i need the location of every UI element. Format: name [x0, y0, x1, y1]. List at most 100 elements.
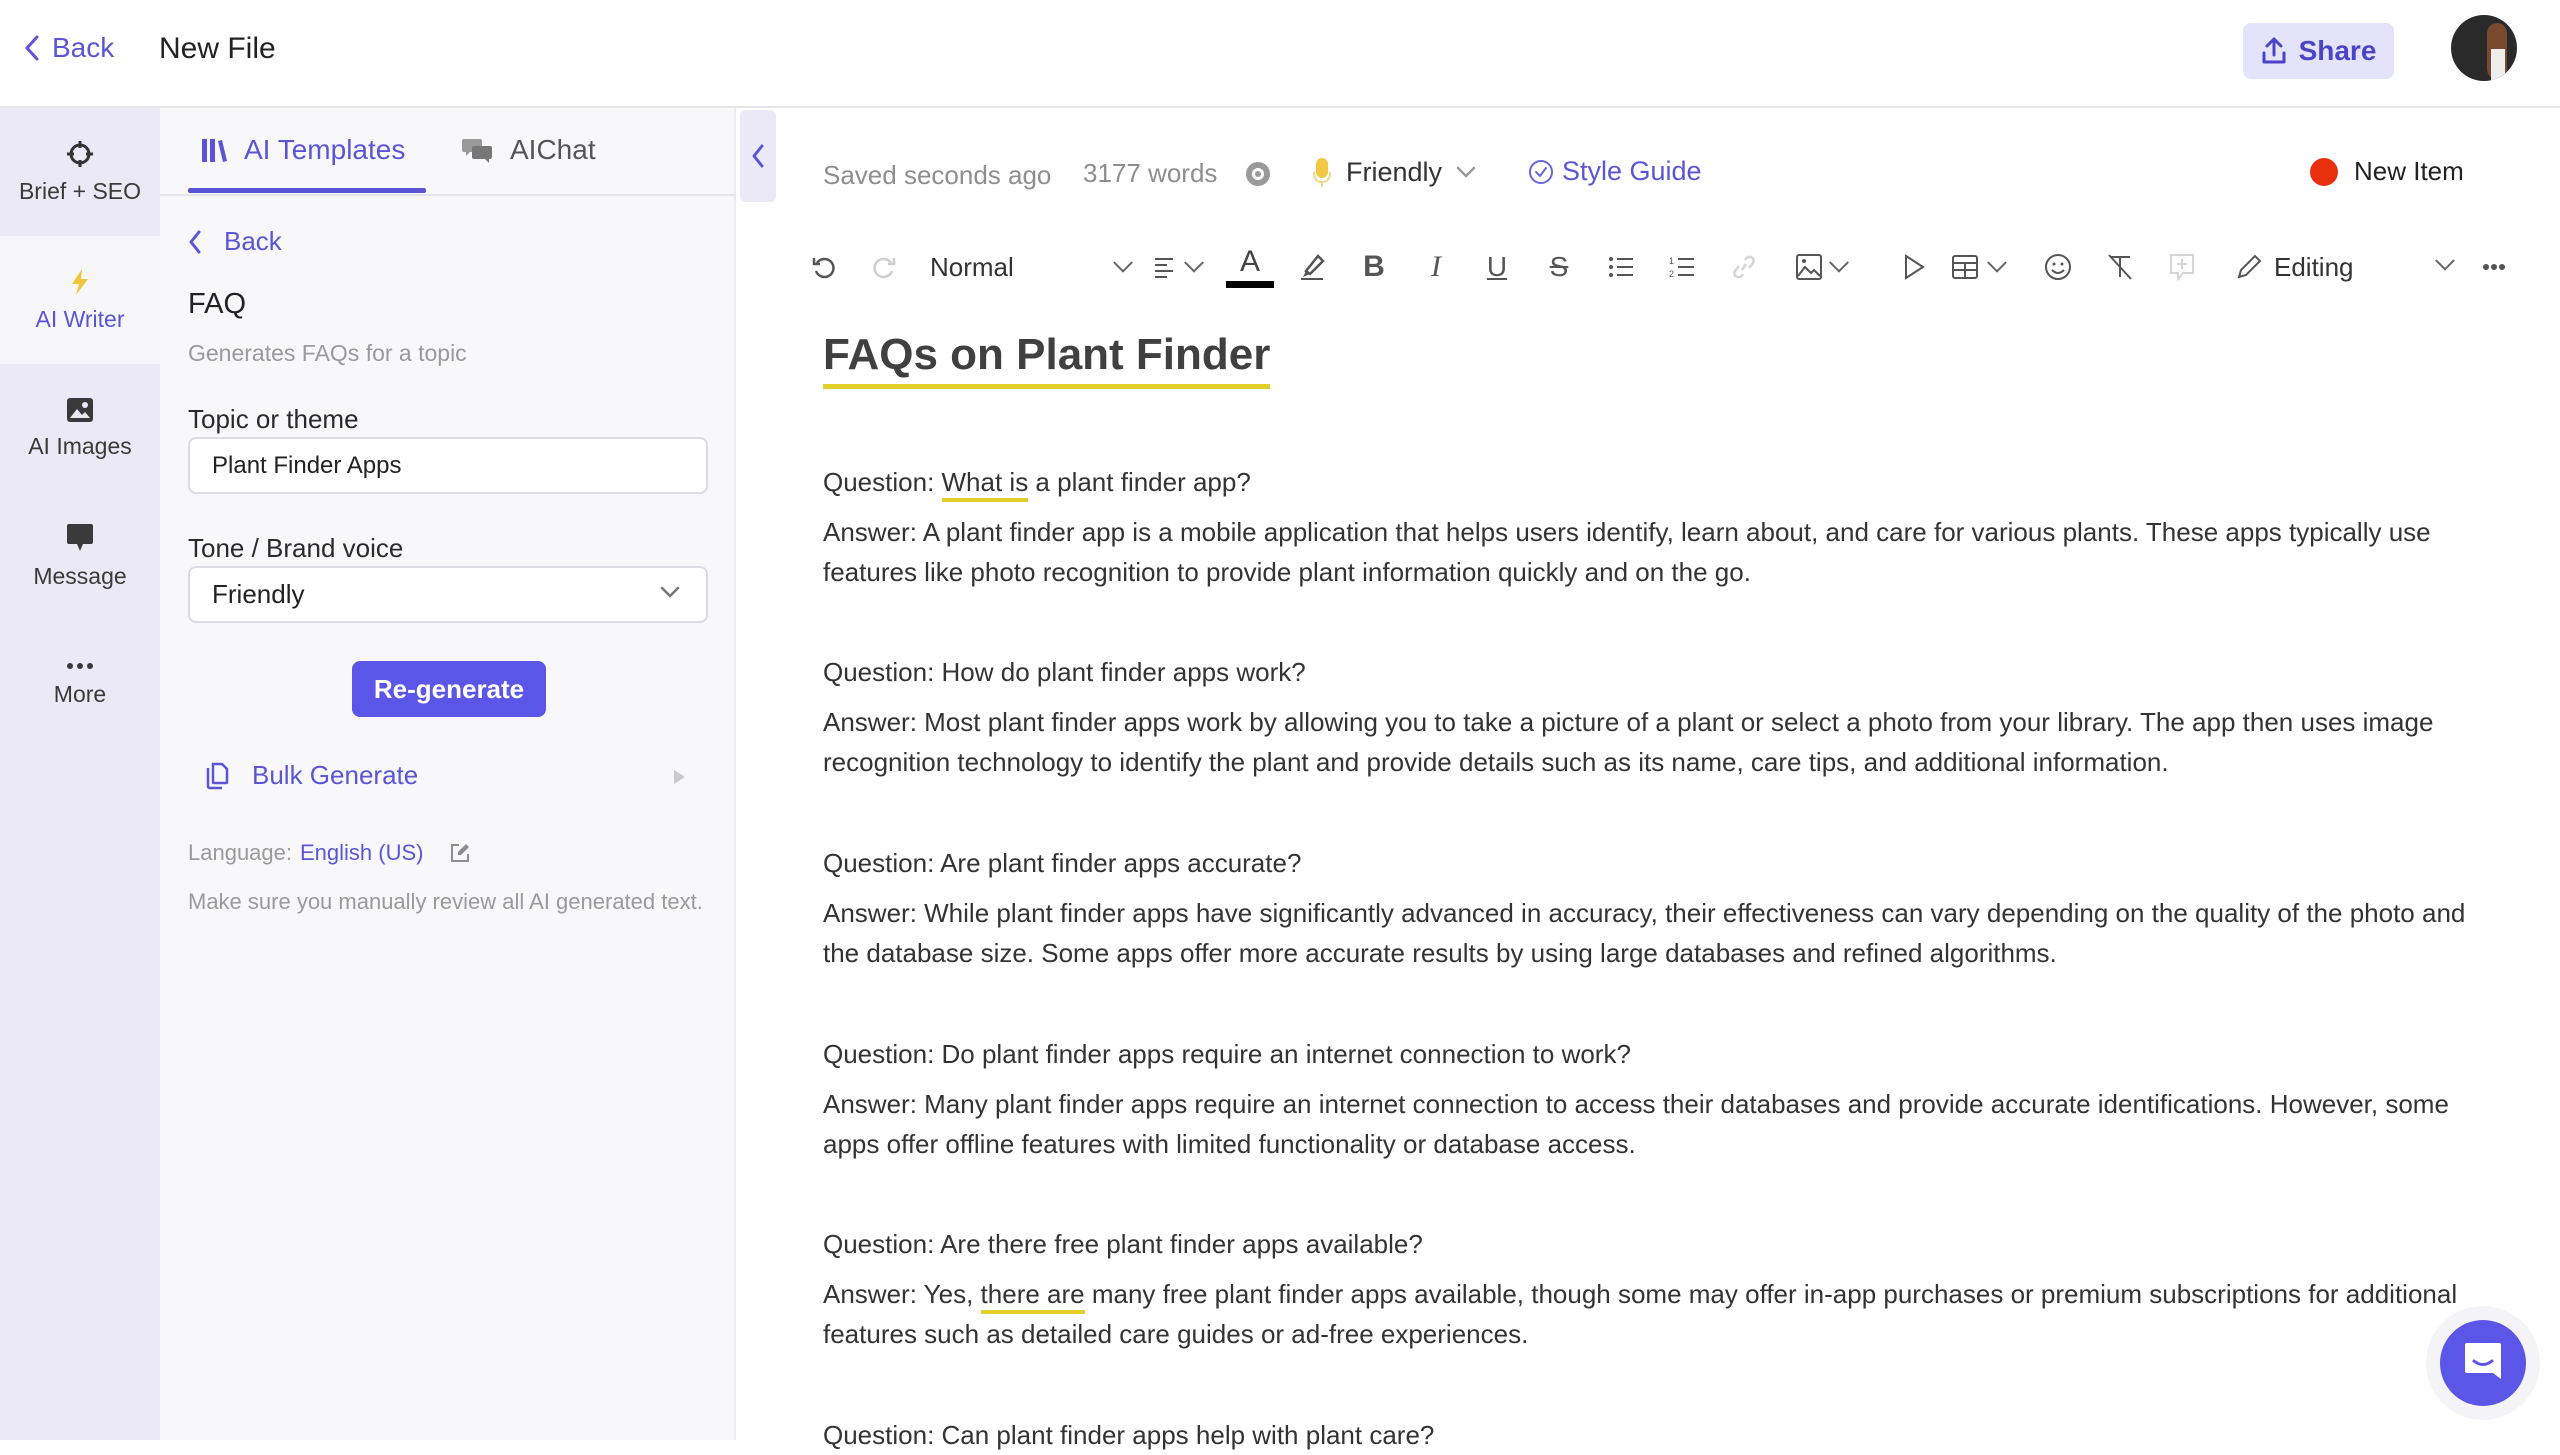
underline-button[interactable]: U	[1479, 244, 1515, 290]
faq-item: Question: Can plant finder apps help wit…	[823, 1415, 2483, 1455]
more-horizontal-icon	[2482, 263, 2506, 271]
paragraph-style-select[interactable]: Normal	[930, 244, 1133, 290]
grammar-highlight[interactable]: there are	[980, 1279, 1085, 1314]
faq-question[interactable]: Question: How do plant finder apps work?	[823, 652, 2483, 692]
back-label: Back	[224, 226, 282, 256]
regenerate-button[interactable]: Re-generate	[352, 661, 546, 717]
topic-value: Plant Finder Apps	[212, 451, 402, 479]
crosshair-icon	[66, 140, 94, 168]
eye-icon[interactable]	[1243, 160, 1273, 188]
grammar-highlight[interactable]: What is	[941, 467, 1029, 502]
tab-ai-templates[interactable]: AI Templates	[200, 134, 405, 166]
faq-answer[interactable]: Answer: A plant finder app is a mobile a…	[823, 512, 2483, 592]
bold-button[interactable]: B	[1356, 244, 1392, 290]
text-color-icon: A	[1239, 244, 1260, 278]
more-dots-icon	[66, 661, 94, 671]
strikethrough-icon: S	[1549, 251, 1569, 282]
faq-item: Question: What is a plant finder app? An…	[823, 462, 2483, 592]
rail-item-message[interactable]: Message	[0, 492, 160, 620]
topic-input[interactable]: Plant Finder Apps	[188, 437, 708, 494]
share-button[interactable]: Share	[2243, 23, 2394, 79]
chevron-down-icon	[1113, 252, 1133, 273]
strikethrough-button[interactable]: S	[1541, 244, 1577, 290]
edit-icon[interactable]	[449, 842, 471, 864]
redo-button[interactable]	[866, 244, 902, 290]
tone-select[interactable]: Friendly	[188, 566, 708, 623]
panel-back-button[interactable]: Back	[188, 226, 282, 257]
chevron-down-icon	[2435, 250, 2455, 271]
text-color-button[interactable]: A	[1226, 244, 1274, 290]
bullet-list-button[interactable]	[1603, 244, 1639, 290]
new-item-label: New Item	[2354, 156, 2464, 186]
faq-item: Question: Do plant finder apps require a…	[823, 1034, 2483, 1164]
tone-label: Tone / Brand voice	[188, 533, 404, 563]
user-avatar[interactable]	[2451, 15, 2517, 81]
rail-item-brief-seo[interactable]: Brief + SEO	[0, 108, 160, 236]
document-title[interactable]: FAQs on Plant Finder	[823, 330, 1271, 389]
clear-format-icon	[2105, 253, 2135, 281]
link-button[interactable]	[1726, 244, 1762, 290]
chevron-left-icon	[188, 230, 202, 254]
clear-format-button[interactable]	[2102, 244, 2138, 290]
rail-item-more[interactable]: More	[0, 620, 160, 748]
italic-button[interactable]: I	[1418, 244, 1454, 290]
highlighter-icon	[1298, 253, 1326, 281]
editing-mode-select[interactable]: Editing	[2236, 244, 2458, 290]
highlight-button[interactable]	[1294, 244, 1330, 290]
language-label: Language:	[188, 840, 292, 865]
align-select[interactable]	[1142, 244, 1212, 290]
answer-prefix: Answer: Yes,	[823, 1279, 981, 1309]
insert-image-button[interactable]	[1786, 244, 1856, 290]
avatar-shirt	[2491, 49, 2505, 81]
tab-aichat[interactable]: AIChat	[462, 134, 596, 166]
faq-answer[interactable]: Answer: While plant finder apps have sig…	[823, 893, 2483, 973]
faq-answer[interactable]: Answer: Many plant finder apps require a…	[823, 1084, 2483, 1164]
undo-button[interactable]	[806, 244, 842, 290]
add-comment-button[interactable]	[2164, 244, 2200, 290]
emoji-button[interactable]	[2040, 244, 2076, 290]
chevron-down-icon	[1456, 166, 1476, 178]
faq-question[interactable]: Question: Are plant finder apps accurate…	[823, 843, 2483, 883]
document[interactable]: FAQs on Plant Finder Question: What is a…	[823, 330, 2483, 1450]
text-color-swatch	[1226, 280, 1274, 288]
chevron-down-icon	[1184, 252, 1204, 273]
editor-toolbar: Normal A B I U S 12 Editing	[806, 244, 2516, 290]
faq-question[interactable]: Question: What is a plant finder app?	[823, 462, 2483, 502]
more-options-button[interactable]	[2476, 244, 2512, 290]
pencil-icon	[2236, 254, 2262, 280]
support-chat-button[interactable]	[2440, 1320, 2526, 1406]
underline-icon: U	[1486, 251, 1508, 282]
back-button[interactable]: Back	[24, 32, 114, 64]
faq-question[interactable]: Question: Do plant finder apps require a…	[823, 1034, 2483, 1074]
style-guide-button[interactable]: Style Guide	[1528, 156, 1702, 187]
faq-question[interactable]: Question: Are there free plant finder ap…	[823, 1224, 2483, 1264]
faq-question[interactable]: Question: Can plant finder apps help wit…	[823, 1415, 2483, 1455]
faq-item: Question: Are there free plant finder ap…	[823, 1224, 2483, 1354]
tone-dropdown[interactable]: Friendly	[1312, 156, 1476, 188]
mode-value: Editing	[2274, 251, 2354, 282]
insert-embed-button[interactable]	[1896, 244, 1932, 290]
status-dot-icon	[2310, 157, 2338, 186]
faq-answer[interactable]: Answer: Yes, there are many free plant f…	[823, 1274, 2483, 1354]
chevron-left-icon	[751, 144, 765, 168]
upload-icon	[2261, 37, 2287, 65]
collapse-panel-button[interactable]	[740, 110, 776, 202]
style-guide-label: Style Guide	[1562, 156, 1702, 186]
comment-add-icon	[2169, 253, 2195, 281]
left-rail: Brief + SEO AI Writer AI Images Message …	[0, 108, 160, 1440]
svg-text:2: 2	[1669, 269, 1674, 279]
new-item-button[interactable]: New Item	[2310, 156, 2464, 187]
numbered-list-button[interactable]: 12	[1664, 244, 1700, 290]
language-value[interactable]: English (US)	[300, 840, 423, 866]
play-arrow-icon[interactable]	[674, 770, 685, 784]
faq-answer[interactable]: Answer: Most plant finder apps work by a…	[823, 702, 2483, 782]
chevron-down-icon	[1987, 252, 2007, 273]
insert-table-button[interactable]	[1942, 244, 2014, 290]
file-title[interactable]: New File	[159, 32, 276, 66]
word-count: 3177 words	[1083, 158, 1218, 188]
faq-item: Question: Are plant finder apps accurate…	[823, 843, 2483, 973]
rail-item-ai-writer[interactable]: AI Writer	[0, 236, 160, 364]
bulk-generate-button[interactable]: Bulk Generate	[204, 760, 418, 791]
rail-item-ai-images[interactable]: AI Images	[0, 364, 160, 492]
chevron-down-icon	[1829, 252, 1849, 273]
